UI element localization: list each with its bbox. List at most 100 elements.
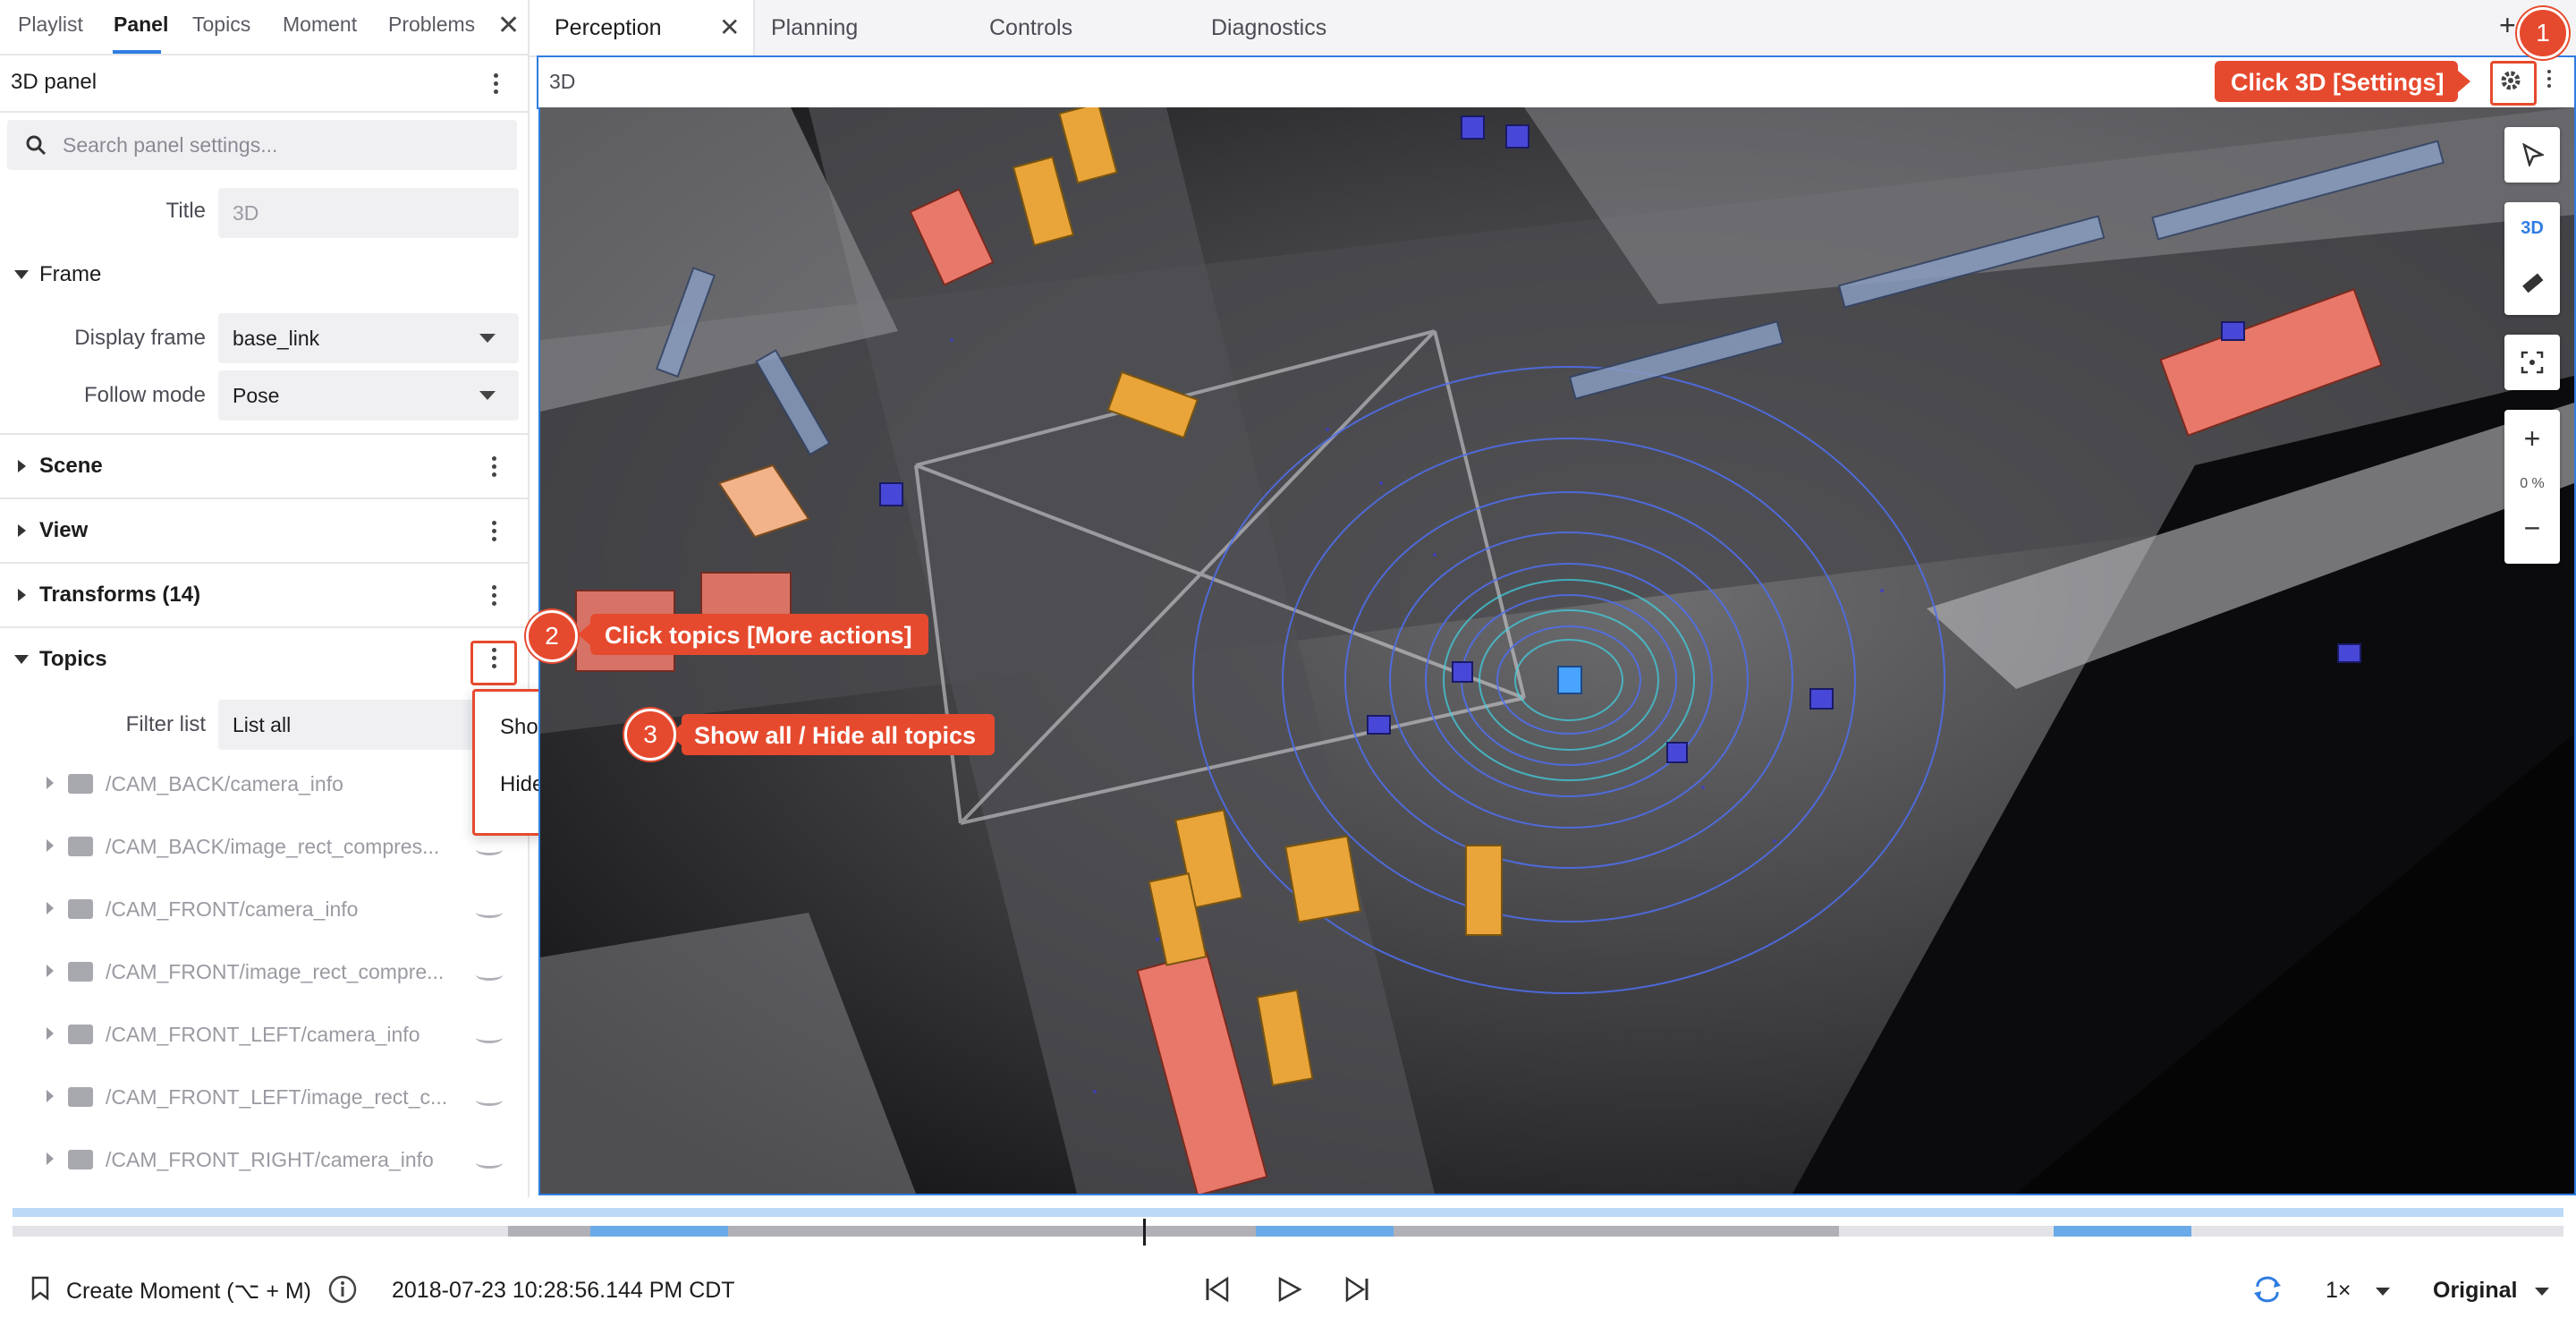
panel-tabs: Perception ✕ Planning Controls Diagnosti… <box>530 0 2576 57</box>
callout-arrow <box>2458 71 2470 92</box>
visibility-toggle-icon[interactable] <box>476 906 503 918</box>
select-tool-group <box>2504 127 2560 183</box>
focus-icon[interactable] <box>2521 351 2544 374</box>
search-placeholder: Search panel settings... <box>63 133 278 157</box>
gear-icon[interactable] <box>2499 69 2522 92</box>
ruler-icon[interactable] <box>2521 272 2544 295</box>
section-view[interactable]: View <box>0 499 528 562</box>
recenter-tool-group <box>2504 335 2560 390</box>
expand-icon[interactable] <box>47 1152 54 1165</box>
toggle-3d-button[interactable]: 3D <box>2504 218 2560 239</box>
section-frame-label: Frame <box>39 262 102 286</box>
panel-title: 3D <box>549 70 576 93</box>
tab-planning[interactable]: Planning <box>755 0 979 55</box>
section-topics[interactable]: Topics <box>0 628 528 691</box>
expand-icon[interactable] <box>47 965 54 977</box>
scene-more-icon[interactable] <box>492 456 497 480</box>
section-transforms-label: Transforms (14) <box>39 582 201 607</box>
camera-icon <box>68 774 93 794</box>
topic-name: /CAM_BACK/camera_info <box>106 772 343 795</box>
progress-track[interactable] <box>13 1208 2563 1217</box>
zoom-in-button[interactable]: + <box>2504 422 2560 455</box>
panel-name: 3D panel <box>11 70 97 94</box>
section-scene[interactable]: Scene <box>0 435 528 497</box>
callout-badge-2: 2 <box>526 610 578 662</box>
pointer-icon[interactable] <box>2522 143 2544 166</box>
topic-row[interactable]: /CAM_FRONT/camera_info <box>0 880 528 941</box>
zoom-tool-group: + 0 % − <box>2504 410 2560 564</box>
info-icon[interactable] <box>327 1274 358 1305</box>
topics-more-icon[interactable] <box>492 648 497 672</box>
topic-name: /CAM_BACK/image_rect_compres... <box>106 835 440 858</box>
topic-row[interactable]: /CAM_BACK/camera_info <box>0 755 528 816</box>
camera-icon <box>68 899 93 919</box>
create-moment-button[interactable]: Create Moment (⌥ + M) <box>66 1278 311 1305</box>
search-input[interactable]: Search panel settings... <box>7 120 517 170</box>
close-icon[interactable]: ✕ <box>497 13 520 39</box>
topic-row[interactable]: /CAM_FRONT_RIGHT/camera_info <box>0 1131 528 1192</box>
topic-row[interactable]: /CAM_BACK/image_rect_compres... <box>0 818 528 879</box>
panel-more-icon[interactable] <box>494 73 499 98</box>
expand-icon[interactable] <box>47 1090 54 1102</box>
topic-name: /CAM_FRONT/image_rect_compre... <box>106 960 445 983</box>
chevron-down-icon <box>2535 1288 2549 1296</box>
tab-topics[interactable]: Topics <box>192 13 250 37</box>
section-scene-label: Scene <box>39 454 103 478</box>
loop-icon[interactable] <box>2252 1276 2283 1303</box>
tab-diagnostics-label: Diagnostics <box>1211 15 1327 40</box>
time-format-select[interactable]: Original <box>2433 1278 2517 1304</box>
display-frame-value: base_link <box>233 327 320 350</box>
expand-icon[interactable] <box>47 777 54 789</box>
playback-speed-select[interactable]: 1× <box>2326 1278 2351 1304</box>
tab-diagnostics[interactable]: Diagnostics <box>1202 0 1426 55</box>
title-field[interactable]: 3D <box>218 188 519 238</box>
tab-perception[interactable]: Perception ✕ <box>530 0 755 55</box>
skip-back-icon[interactable] <box>1204 1276 1231 1303</box>
range-marker <box>1256 1226 1394 1237</box>
tab-problems[interactable]: Problems <box>388 13 475 37</box>
bookmark-icon[interactable] <box>30 1276 50 1301</box>
visibility-toggle-icon[interactable] <box>476 1157 503 1169</box>
camera-icon <box>68 1150 93 1169</box>
add-tab-button[interactable]: + <box>2499 9 2516 42</box>
skip-forward-icon[interactable] <box>1343 1276 1370 1303</box>
visibility-toggle-icon[interactable] <box>476 1094 503 1106</box>
collapse-icon <box>14 270 29 279</box>
expand-icon[interactable] <box>47 1027 54 1040</box>
topic-row[interactable]: /CAM_FRONT_LEFT/camera_info <box>0 1006 528 1067</box>
range-marker <box>2054 1226 2191 1237</box>
tab-panel[interactable]: Panel <box>114 13 168 37</box>
sidebar-tabs: Playlist Panel Topics Moment Problems ✕ <box>0 0 528 55</box>
image-icon <box>68 837 93 856</box>
section-frame[interactable]: Frame <box>0 243 528 306</box>
tab-moment[interactable]: Moment <box>283 13 357 37</box>
play-icon[interactable] <box>1275 1276 1302 1303</box>
expand-icon <box>18 460 26 472</box>
divider <box>0 111 528 113</box>
visibility-toggle-icon[interactable] <box>476 969 503 981</box>
expand-icon[interactable] <box>47 839 54 852</box>
visibility-toggle-icon[interactable] <box>476 844 503 855</box>
topic-row[interactable]: /CAM_FRONT/image_rect_compre... <box>0 943 528 1004</box>
section-transforms[interactable]: Transforms (14) <box>0 564 528 626</box>
zoom-out-button[interactable]: − <box>2504 512 2560 545</box>
callout-2: Click topics [More actions] <box>590 614 928 655</box>
view-more-icon[interactable] <box>492 521 497 545</box>
visibility-toggle-icon[interactable] <box>476 1032 503 1043</box>
expand-icon[interactable] <box>47 902 54 914</box>
close-tab-icon[interactable]: ✕ <box>719 13 740 42</box>
zoom-level: 0 % <box>2520 476 2545 491</box>
chevron-down-icon <box>479 391 496 400</box>
playhead[interactable] <box>1143 1219 1146 1246</box>
follow-mode-select[interactable]: Pose <box>218 370 519 421</box>
tab-controls[interactable]: Controls <box>979 0 1202 55</box>
expand-icon <box>18 589 26 601</box>
transforms-more-icon[interactable] <box>492 585 497 609</box>
topic-row[interactable]: /CAM_FRONT_LEFT/image_rect_c... <box>0 1068 528 1129</box>
display-frame-select[interactable]: base_link <box>218 313 519 363</box>
tab-playlist[interactable]: Playlist <box>18 13 83 37</box>
display-frame-label: Display frame <box>74 326 206 350</box>
panel-menu-icon[interactable] <box>2547 70 2553 91</box>
image-icon <box>68 1087 93 1107</box>
topic-name: /CAM_FRONT_RIGHT/camera_info <box>106 1148 434 1171</box>
